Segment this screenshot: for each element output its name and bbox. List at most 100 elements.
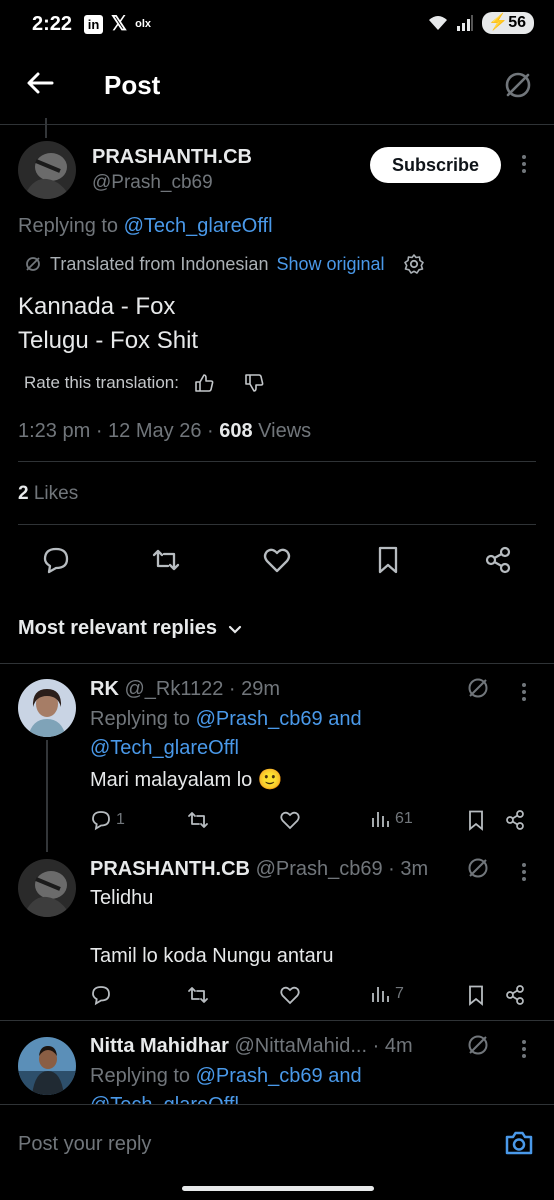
signal-icon (457, 15, 474, 31)
author-name[interactable]: PRASHANTH.CB (92, 146, 252, 169)
replying-prefix: Replying to (18, 215, 124, 237)
replying-and: and (322, 1065, 362, 1087)
translate-icon[interactable] (465, 855, 491, 881)
like-heart-icon[interactable] (279, 984, 301, 1006)
rate-translation-label: Rate this translation: (24, 373, 179, 392)
battery-indicator: ⚡56 (482, 12, 534, 34)
camera-icon[interactable] (503, 1127, 535, 1159)
translate-icon (26, 257, 40, 271)
divider (18, 461, 536, 462)
header-divider (0, 124, 554, 125)
replies-sort-label: Most relevant replies (18, 617, 217, 639)
replying-prefix: Replying to (90, 1065, 196, 1087)
post-text-line: Telugu - Fox Shit (18, 327, 199, 354)
bookmark-icon[interactable] (465, 984, 487, 1006)
reply-author[interactable]: PRASHANTH.CB @Prash_cb69 · 3m (90, 858, 428, 881)
repost-icon[interactable] (187, 809, 209, 831)
bookmark-icon[interactable] (373, 545, 403, 575)
translate-icon[interactable] (501, 68, 535, 102)
likes-label: Likes (33, 483, 79, 504)
rate-translation-row: Rate this translation: (24, 372, 265, 394)
repost-icon[interactable] (151, 545, 181, 575)
views-count: 7 (395, 985, 404, 1002)
replying-to: Replying to @Tech_glareOffl (18, 215, 273, 238)
x-logo-icon: 𝕏 (111, 13, 128, 35)
reply-icon (92, 811, 110, 831)
replying-to-link[interactable]: @Tech_glareOffl (90, 737, 239, 759)
like-heart-icon[interactable] (262, 545, 292, 575)
translate-icon[interactable] (465, 1032, 491, 1058)
reply-text: Mari malayalam lo 🙂 (90, 769, 283, 791)
replying-to-link[interactable]: @Prash_cb69 (196, 708, 323, 730)
reply-author-name: PRASHANTH.CB (90, 858, 250, 880)
reply-author-name: Nitta Mahidhar (90, 1035, 229, 1057)
wifi-icon (429, 16, 448, 30)
divider (0, 663, 554, 664)
divider (0, 1020, 554, 1021)
views-count: 61 (395, 810, 413, 827)
reply-author-name: RK (90, 678, 119, 700)
thumbs-down-icon[interactable] (243, 372, 265, 394)
translate-icon[interactable] (465, 675, 491, 701)
more-options-icon[interactable] (520, 683, 528, 701)
reply-comment-button[interactable]: 1 (90, 809, 125, 831)
views-button[interactable]: 61 (371, 809, 413, 829)
reply-avatar[interactable] (18, 859, 76, 917)
status-notification-icons: in 𝕏 olx (84, 14, 151, 34)
share-icon[interactable] (504, 809, 526, 831)
post-date: 12 May 26 (108, 420, 202, 442)
reply-avatar[interactable] (18, 679, 76, 737)
reply-icon[interactable] (41, 545, 71, 575)
reply-age: 3m (400, 858, 429, 880)
thread-connector (45, 118, 47, 138)
author-avatar[interactable] (18, 141, 76, 199)
chevron-down-icon (228, 625, 242, 634)
thread-line (46, 740, 48, 852)
reply-author-handle: @NittaMahid... (234, 1035, 368, 1057)
reply-input[interactable]: Post your reply (18, 1133, 151, 1156)
reply-text: Telidhu (90, 887, 154, 909)
likes-count: 2 (18, 483, 29, 504)
status-system-icons: ⚡56 (428, 12, 534, 34)
share-icon[interactable] (483, 545, 513, 575)
translated-from-label: Translated from Indonesian (50, 253, 269, 274)
repost-icon[interactable] (187, 984, 209, 1006)
translation-row: Translated from Indonesian Show original (24, 253, 425, 275)
replying-to-link[interactable]: @Prash_cb69 (196, 1065, 323, 1087)
reply-author[interactable]: Nitta Mahidhar @NittaMahid... · 4m (90, 1035, 413, 1058)
thumbs-up-icon[interactable] (193, 372, 215, 394)
replies-sort-dropdown[interactable]: Most relevant replies (18, 617, 243, 640)
reply-author[interactable]: RK @_Rk1122 · 29m (90, 678, 280, 701)
replying-to-link[interactable]: @Tech_glareOffl (124, 215, 273, 237)
reply-age: 29m (241, 678, 281, 700)
subscribe-button[interactable]: Subscribe (370, 147, 501, 183)
linkedin-icon: in (84, 14, 103, 34)
likes-row[interactable]: 2 Likes (18, 483, 78, 505)
like-heart-icon[interactable] (279, 809, 301, 831)
views-label: Views (258, 420, 312, 442)
views-button[interactable]: 7 (371, 984, 404, 1004)
more-options-icon[interactable] (520, 863, 528, 881)
battery-level: 56 (508, 14, 526, 31)
reply-author-handle: @_Rk1122 (124, 678, 224, 700)
share-icon[interactable] (504, 984, 526, 1006)
author-handle[interactable]: @Prash_cb69 (92, 172, 213, 194)
show-original-link[interactable]: Show original (276, 254, 384, 275)
reply-avatar[interactable] (18, 1037, 76, 1095)
reply-count: 1 (116, 811, 125, 828)
home-indicator[interactable] (182, 1186, 374, 1191)
settings-gear-icon[interactable] (403, 253, 425, 275)
reply-icon[interactable] (90, 984, 112, 1006)
more-options-icon[interactable] (520, 1040, 528, 1058)
bookmark-icon[interactable] (465, 809, 487, 831)
more-options-icon[interactable] (520, 155, 528, 173)
page-title: Post (104, 70, 161, 100)
post-meta: 1:23 pm · 12 May 26 · 608 Views (18, 420, 312, 442)
back-arrow-icon[interactable] (24, 67, 56, 99)
divider (18, 524, 536, 525)
reply-replying-to: Replying to @Prash_cb69 and @Tech_glareO… (90, 705, 362, 763)
post-text: Kannada - Fox Telugu - Fox Shit (18, 290, 198, 358)
post-text-line: Kannada - Fox (18, 293, 176, 320)
views-count: 608 (219, 420, 253, 442)
post-time: 1:23 pm (18, 420, 91, 442)
